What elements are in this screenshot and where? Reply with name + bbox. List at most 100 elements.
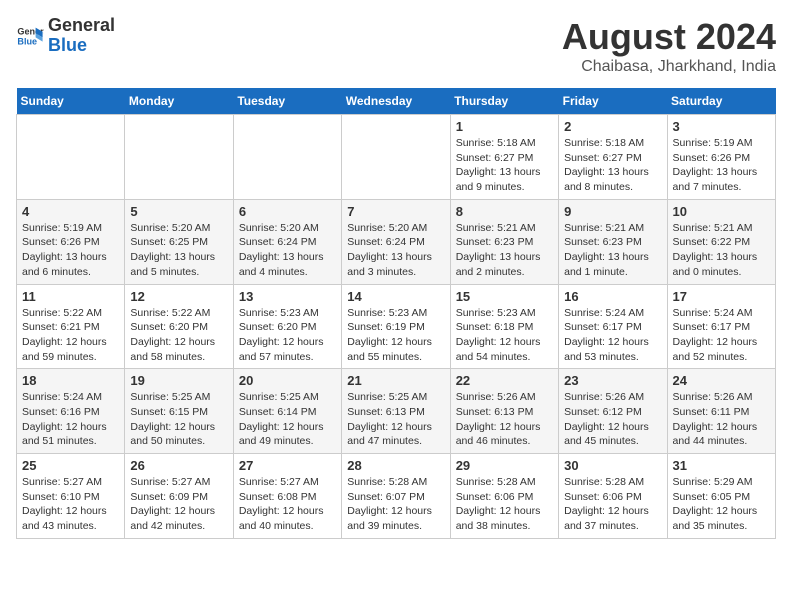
day-info: Sunrise: 5:27 AM Sunset: 6:08 PM Dayligh… (239, 475, 336, 534)
day-info: Sunrise: 5:25 AM Sunset: 6:13 PM Dayligh… (347, 390, 444, 449)
day-info: Sunrise: 5:21 AM Sunset: 6:23 PM Dayligh… (564, 221, 661, 280)
calendar-cell: 21 Sunrise: 5:25 AM Sunset: 6:13 PM Dayli… (342, 369, 450, 454)
calendar-cell: 15 Sunrise: 5:23 AM Sunset: 6:18 PM Dayli… (450, 284, 558, 369)
day-number: 3 (673, 119, 770, 134)
day-info: Sunrise: 5:24 AM Sunset: 6:17 PM Dayligh… (673, 306, 770, 365)
day-info: Sunrise: 5:26 AM Sunset: 6:11 PM Dayligh… (673, 390, 770, 449)
day-info: Sunrise: 5:20 AM Sunset: 6:24 PM Dayligh… (347, 221, 444, 280)
calendar-cell: 17Sunrise: 5:24 AM Sunset: 6:17 PM Dayli… (667, 284, 775, 369)
day-number: 19 (130, 373, 227, 388)
calendar-cell: 12Sunrise: 5:22 AM Sunset: 6:20 PM Dayli… (125, 284, 233, 369)
calendar-cell: 5Sunrise: 5:20 AM Sunset: 6:25 PM Daylig… (125, 199, 233, 284)
calendar-cell: 16Sunrise: 5:24 AM Sunset: 6:17 PM Dayli… (559, 284, 667, 369)
day-number: 12 (130, 289, 227, 304)
day-number: 11 (22, 289, 119, 304)
day-info: Sunrise: 5:25 AM Sunset: 6:14 PM Dayligh… (239, 390, 336, 449)
weekday-header-monday: Monday (125, 88, 233, 115)
day-number: 31 (673, 458, 770, 473)
calendar-cell: 19 Sunrise: 5:25 AM Sunset: 6:15 PM Dayli… (125, 369, 233, 454)
page-header: General Blue General Blue August 2024 Ch… (16, 16, 776, 76)
logo-icon: General Blue (16, 22, 44, 50)
day-number: 2 (564, 119, 661, 134)
day-info: Sunrise: 5:23 AM Sunset: 6:20 PM Dayligh… (239, 306, 336, 365)
calendar-cell: 26 Sunrise: 5:27 AM Sunset: 6:09 PM Dayli… (125, 454, 233, 539)
calendar-cell: 18 Sunrise: 5:24 AM Sunset: 6:16 PM Dayli… (17, 369, 125, 454)
day-info: Sunrise: 5:29 AM Sunset: 6:05 PM Dayligh… (673, 475, 770, 534)
day-number: 10 (673, 204, 770, 219)
logo-text-line2: Blue (48, 36, 115, 56)
day-number: 18 (22, 373, 119, 388)
calendar-cell (125, 115, 233, 200)
day-number: 1 (456, 119, 553, 134)
calendar-cell: 6 Sunrise: 5:20 AM Sunset: 6:24 PM Daylig… (233, 199, 341, 284)
day-info: Sunrise: 5:28 AM Sunset: 6:06 PM Dayligh… (456, 475, 553, 534)
calendar-cell: 1 Sunrise: 5:18 AM Sunset: 6:27 PM Daylig… (450, 115, 558, 200)
calendar-cell: 3 Sunrise: 5:19 AM Sunset: 6:26 PM Daylig… (667, 115, 775, 200)
day-number: 25 (22, 458, 119, 473)
calendar-cell: 27 Sunrise: 5:27 AM Sunset: 6:08 PM Dayli… (233, 454, 341, 539)
day-number: 21 (347, 373, 444, 388)
day-number: 15 (456, 289, 553, 304)
day-number: 7 (347, 204, 444, 219)
calendar-table: SundayMondayTuesdayWednesdayThursdayFrid… (16, 88, 776, 539)
day-info: Sunrise: 5:20 AM Sunset: 6:25 PM Dayligh… (130, 221, 227, 280)
calendar-cell: 20 Sunrise: 5:25 AM Sunset: 6:14 PM Dayli… (233, 369, 341, 454)
day-info: Sunrise: 5:28 AM Sunset: 6:07 PM Dayligh… (347, 475, 444, 534)
day-info: Sunrise: 5:21 AM Sunset: 6:23 PM Dayligh… (456, 221, 553, 280)
day-info: Sunrise: 5:18 AM Sunset: 6:27 PM Dayligh… (456, 136, 553, 195)
day-info: Sunrise: 5:27 AM Sunset: 6:09 PM Dayligh… (130, 475, 227, 534)
calendar-cell: 9 Sunrise: 5:21 AM Sunset: 6:23 PM Daylig… (559, 199, 667, 284)
day-number: 20 (239, 373, 336, 388)
day-number: 24 (673, 373, 770, 388)
calendar-cell: 31 Sunrise: 5:29 AM Sunset: 6:05 PM Dayli… (667, 454, 775, 539)
calendar-subtitle: Chaibasa, Jharkhand, India (562, 58, 776, 76)
svg-text:Blue: Blue (17, 36, 37, 46)
weekday-header-tuesday: Tuesday (233, 88, 341, 115)
day-number: 9 (564, 204, 661, 219)
day-number: 28 (347, 458, 444, 473)
logo-text-line1: General (48, 16, 115, 36)
day-info: Sunrise: 5:23 AM Sunset: 6:19 PM Dayligh… (347, 306, 444, 365)
day-info: Sunrise: 5:21 AM Sunset: 6:22 PM Dayligh… (673, 221, 770, 280)
day-info: Sunrise: 5:22 AM Sunset: 6:21 PM Dayligh… (22, 306, 119, 365)
day-number: 22 (456, 373, 553, 388)
weekday-header-friday: Friday (559, 88, 667, 115)
calendar-cell (342, 115, 450, 200)
calendar-cell: 2 Sunrise: 5:18 AM Sunset: 6:27 PM Daylig… (559, 115, 667, 200)
day-info: Sunrise: 5:26 AM Sunset: 6:13 PM Dayligh… (456, 390, 553, 449)
day-info: Sunrise: 5:25 AM Sunset: 6:15 PM Dayligh… (130, 390, 227, 449)
weekday-header-thursday: Thursday (450, 88, 558, 115)
calendar-week-2: 4Sunrise: 5:19 AM Sunset: 6:26 PM Daylig… (17, 199, 776, 284)
day-info: Sunrise: 5:28 AM Sunset: 6:06 PM Dayligh… (564, 475, 661, 534)
calendar-cell: 22 Sunrise: 5:26 AM Sunset: 6:13 PM Dayli… (450, 369, 558, 454)
calendar-week-5: 25Sunrise: 5:27 AM Sunset: 6:10 PM Dayli… (17, 454, 776, 539)
day-number: 30 (564, 458, 661, 473)
calendar-week-4: 18 Sunrise: 5:24 AM Sunset: 6:16 PM Dayli… (17, 369, 776, 454)
calendar-cell: 25Sunrise: 5:27 AM Sunset: 6:10 PM Dayli… (17, 454, 125, 539)
calendar-title: August 2024 (562, 16, 776, 58)
calendar-cell: 30 Sunrise: 5:28 AM Sunset: 6:06 PM Dayli… (559, 454, 667, 539)
day-info: Sunrise: 5:24 AM Sunset: 6:16 PM Dayligh… (22, 390, 119, 449)
title-block: August 2024 Chaibasa, Jharkhand, India (562, 16, 776, 76)
calendar-week-3: 11 Sunrise: 5:22 AM Sunset: 6:21 PM Dayli… (17, 284, 776, 369)
day-number: 8 (456, 204, 553, 219)
calendar-cell: 11 Sunrise: 5:22 AM Sunset: 6:21 PM Dayli… (17, 284, 125, 369)
header-row: SundayMondayTuesdayWednesdayThursdayFrid… (17, 88, 776, 115)
day-number: 4 (22, 204, 119, 219)
day-number: 23 (564, 373, 661, 388)
day-info: Sunrise: 5:23 AM Sunset: 6:18 PM Dayligh… (456, 306, 553, 365)
weekday-header-saturday: Saturday (667, 88, 775, 115)
calendar-cell: 10 Sunrise: 5:21 AM Sunset: 6:22 PM Dayli… (667, 199, 775, 284)
calendar-cell: 13Sunrise: 5:23 AM Sunset: 6:20 PM Dayli… (233, 284, 341, 369)
calendar-week-1: 1 Sunrise: 5:18 AM Sunset: 6:27 PM Daylig… (17, 115, 776, 200)
day-number: 6 (239, 204, 336, 219)
day-info: Sunrise: 5:18 AM Sunset: 6:27 PM Dayligh… (564, 136, 661, 195)
day-info: Sunrise: 5:24 AM Sunset: 6:17 PM Dayligh… (564, 306, 661, 365)
day-number: 27 (239, 458, 336, 473)
day-info: Sunrise: 5:19 AM Sunset: 6:26 PM Dayligh… (673, 136, 770, 195)
day-number: 14 (347, 289, 444, 304)
day-number: 26 (130, 458, 227, 473)
logo: General Blue General Blue (16, 16, 115, 56)
weekday-header-sunday: Sunday (17, 88, 125, 115)
day-info: Sunrise: 5:20 AM Sunset: 6:24 PM Dayligh… (239, 221, 336, 280)
